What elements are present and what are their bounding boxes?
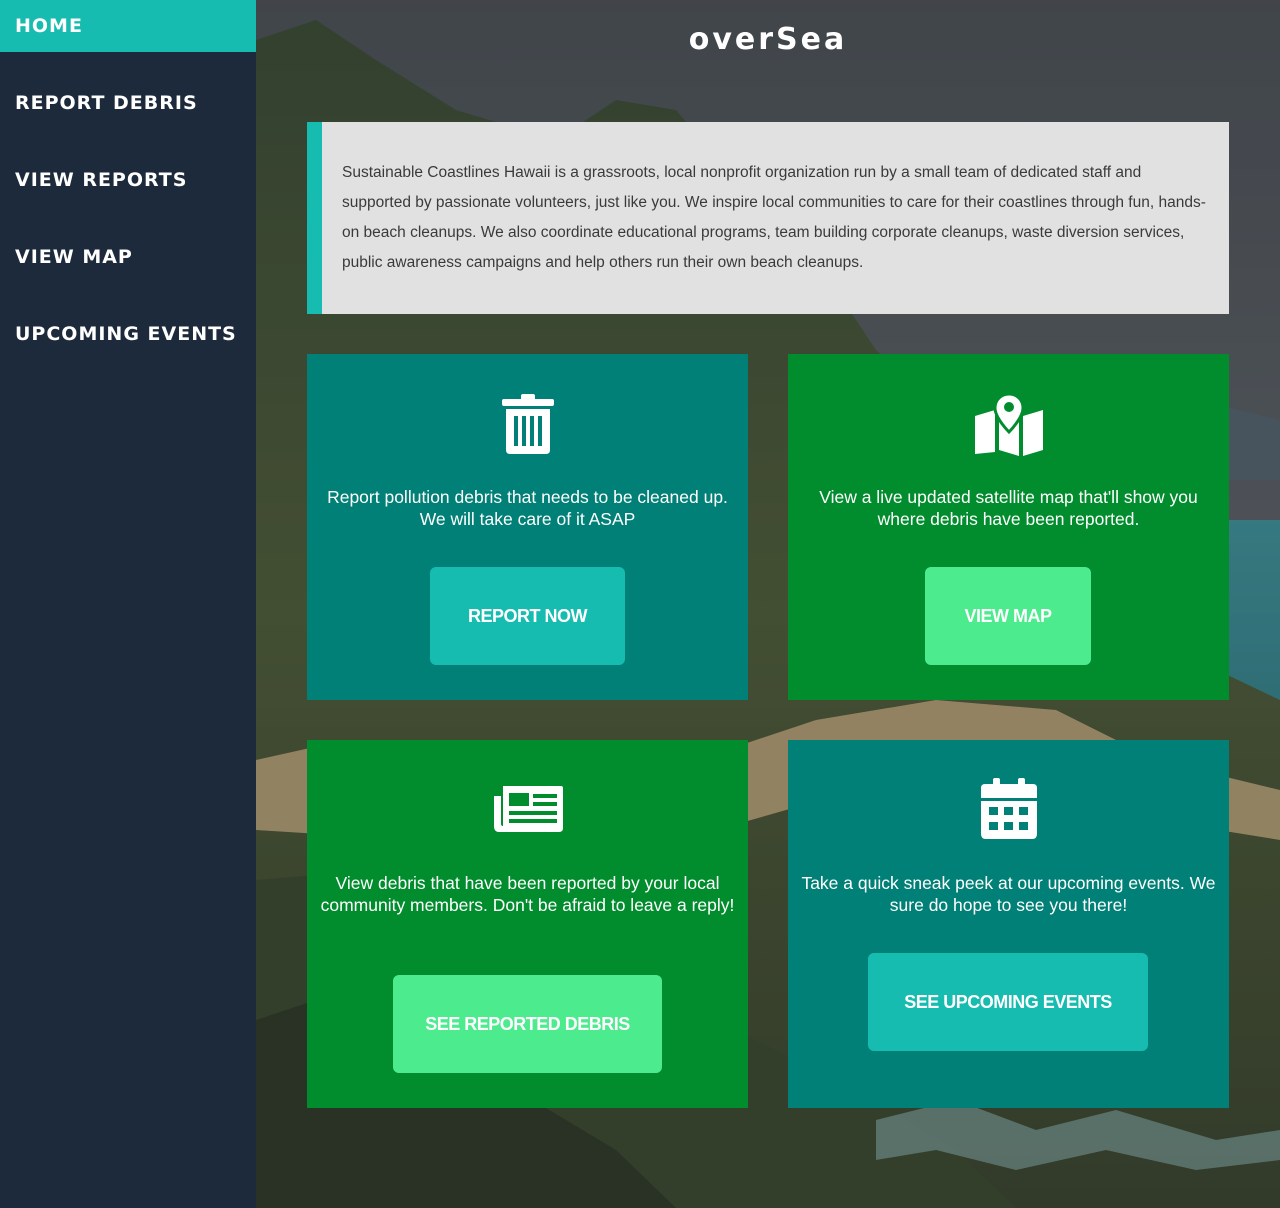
nav-upcoming-events[interactable]: UPCOMING EVENTS: [0, 308, 256, 385]
report-now-button[interactable]: REPORT NOW: [430, 567, 625, 665]
reports-card-description: View debris that have been reported by y…: [320, 873, 735, 915]
nav-report-debris[interactable]: REPORT DEBRIS: [0, 77, 256, 154]
upcoming-events-card: Take a quick sneak peek at our upcoming …: [788, 740, 1229, 1108]
report-debris-card: Report pollution debris that needs to be…: [307, 354, 748, 700]
nav-view-map[interactable]: VIEW MAP: [0, 231, 256, 308]
trash-icon: [307, 392, 748, 456]
about-text: Sustainable Coastlines Hawaii is a grass…: [342, 164, 1206, 271]
see-upcoming-events-button[interactable]: SEE UPCOMING EVENTS: [868, 953, 1148, 1051]
site-brand-title: overSea: [688, 22, 848, 57]
main-content: overSea Sustainable Coastlines Hawaii is…: [256, 0, 1280, 1208]
nav-view-reports[interactable]: VIEW REPORTS: [0, 154, 256, 231]
map-marker-icon: [788, 392, 1229, 456]
view-reports-card: View debris that have been reported by y…: [307, 740, 748, 1108]
nav-home[interactable]: HOME: [0, 0, 256, 52]
sidebar: HOME REPORT DEBRIS VIEW REPORTS VIEW MAP…: [0, 0, 256, 1208]
events-card-description: Take a quick sneak peek at our upcoming …: [801, 873, 1216, 915]
view-map-button[interactable]: VIEW MAP: [925, 567, 1091, 665]
calendar-icon: [788, 778, 1229, 840]
report-card-description: Report pollution debris that needs to be…: [327, 487, 728, 529]
newspaper-icon: [307, 784, 748, 834]
view-map-card: View a live updated satellite map that'l…: [788, 354, 1229, 700]
see-reported-debris-button[interactable]: SEE REPORTED DEBRIS: [393, 975, 662, 1073]
map-card-description: View a live updated satellite map that'l…: [819, 487, 1198, 529]
about-box: Sustainable Coastlines Hawaii is a grass…: [307, 122, 1229, 314]
